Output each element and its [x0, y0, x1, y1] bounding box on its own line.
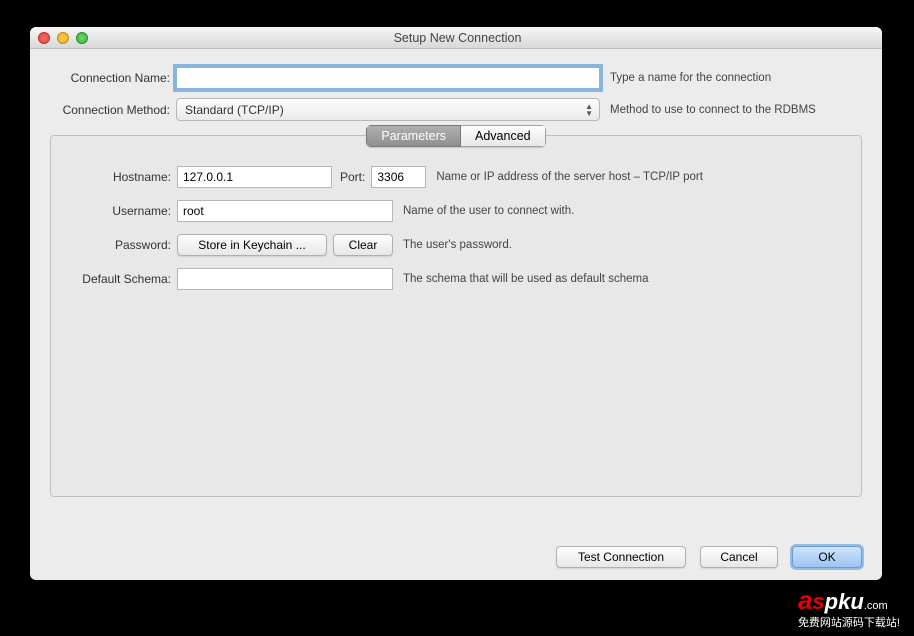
tab-parameters[interactable]: Parameters [366, 125, 461, 147]
username-help: Name of the user to connect with. [393, 205, 574, 217]
hostname-label: Hostname: [67, 170, 177, 184]
default-schema-label: Default Schema: [67, 272, 177, 286]
connection-name-label: Connection Name: [50, 71, 176, 85]
window-controls [30, 32, 88, 44]
default-schema-help: The schema that will be used as default … [393, 273, 648, 285]
watermark-sub: 免费网站源码下载站! [798, 614, 900, 630]
parameters-panel: Parameters Advanced Hostname: Port: Name… [50, 135, 862, 497]
zoom-icon[interactable] [76, 32, 88, 44]
connection-method-select[interactable]: Standard (TCP/IP) ▲▼ [176, 98, 600, 121]
dialog-footer: Test Connection Cancel OK [556, 546, 862, 568]
connection-name-input[interactable] [176, 67, 600, 89]
port-input[interactable] [371, 166, 426, 188]
tab-advanced[interactable]: Advanced [461, 125, 546, 147]
clear-password-button[interactable]: Clear [333, 234, 393, 256]
password-label: Password: [67, 238, 177, 252]
ok-button[interactable]: OK [792, 546, 862, 568]
hostname-help: Name or IP address of the server host – … [426, 171, 703, 183]
tab-segment: Parameters Advanced [366, 125, 545, 147]
connection-method-help: Method to use to connect to the RDBMS [600, 104, 816, 116]
cancel-button[interactable]: Cancel [700, 546, 778, 568]
window-title: Setup New Connection [88, 31, 827, 45]
content-area: Connection Name: Type a name for the con… [30, 49, 882, 509]
port-label: Port: [332, 170, 371, 184]
titlebar: Setup New Connection [30, 27, 882, 49]
select-arrows-icon: ▲▼ [585, 103, 593, 117]
connection-method-label: Connection Method: [50, 103, 176, 117]
watermark-domain: .com [864, 600, 888, 612]
test-connection-button[interactable]: Test Connection [556, 546, 686, 568]
hostname-input[interactable] [177, 166, 332, 188]
username-input[interactable] [177, 200, 393, 222]
minimize-icon[interactable] [57, 32, 69, 44]
default-schema-input[interactable] [177, 268, 393, 290]
store-keychain-button[interactable]: Store in Keychain ... [177, 234, 327, 256]
close-icon[interactable] [38, 32, 50, 44]
password-help: The user's password. [393, 239, 512, 251]
watermark: aspku.com 免费网站源码下载站! [798, 585, 900, 630]
connection-method-value: Standard (TCP/IP) [185, 103, 284, 117]
dialog-window: Setup New Connection Connection Name: Ty… [30, 27, 882, 580]
username-label: Username: [67, 204, 177, 218]
connection-name-help: Type a name for the connection [600, 72, 771, 84]
